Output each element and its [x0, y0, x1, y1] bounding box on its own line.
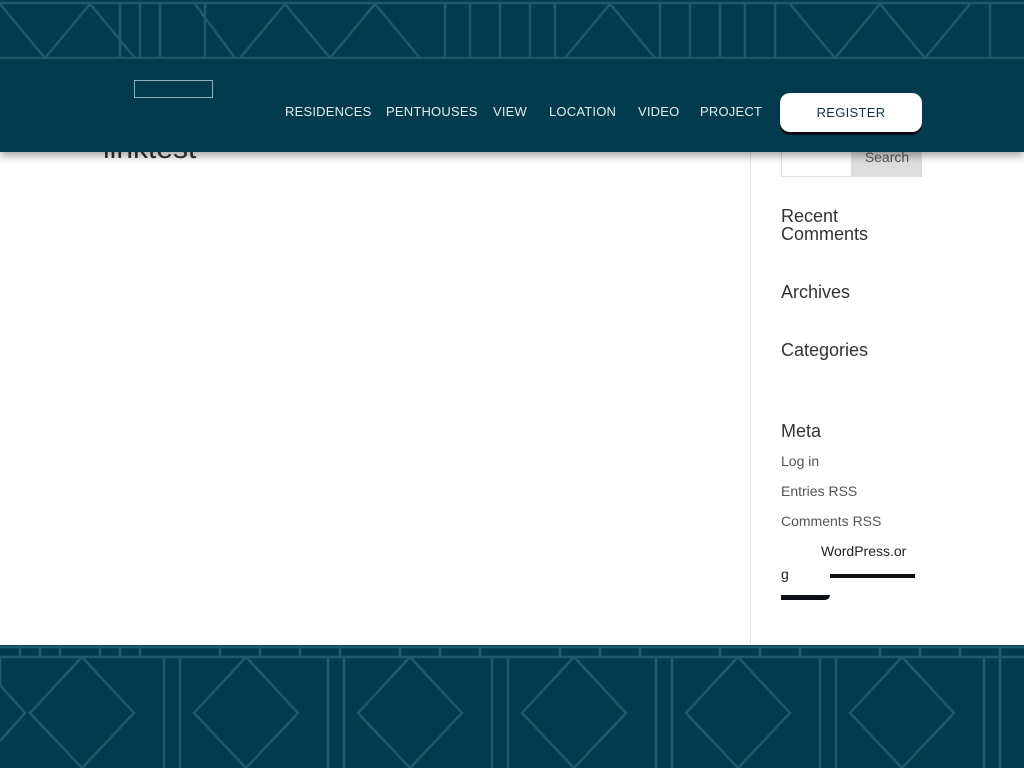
- sidebar-divider: [750, 152, 751, 645]
- meta-heading: Meta: [781, 421, 822, 441]
- nav-view[interactable]: VIEW: [493, 104, 527, 119]
- geometric-pattern: [0, 645, 1024, 768]
- link-underline-bar: [781, 595, 830, 600]
- nav-penthouses[interactable]: PENTHOUSES: [386, 104, 478, 119]
- wordpress-link[interactable]: WordPress.or: [821, 543, 906, 559]
- geometric-pattern: [0, 1, 1024, 60]
- site-header: RESIDENCES PENTHOUSES VIEW LOCATION VIDE…: [0, 60, 1024, 152]
- nav-location[interactable]: LOCATION: [549, 104, 616, 119]
- wordpress-link-wrap[interactable]: g: [781, 566, 789, 582]
- archives-heading: Archives: [781, 282, 851, 302]
- register-button[interactable]: REGISTER: [780, 93, 922, 132]
- top-pattern-band: [0, 0, 1024, 60]
- log-in-link[interactable]: Log in: [781, 453, 819, 469]
- footer-pattern-band: [0, 645, 1024, 768]
- link-underline-bar: [830, 574, 915, 578]
- categories-heading: Categories: [781, 340, 869, 360]
- comments-rss-link[interactable]: Comments RSS: [781, 513, 881, 529]
- nav-residences[interactable]: RESIDENCES: [285, 104, 372, 119]
- nav-project[interactable]: PROJECT: [700, 104, 762, 119]
- entries-rss-link[interactable]: Entries RSS: [781, 483, 857, 499]
- recent-comments-heading: Recent Comments: [781, 206, 869, 244]
- site-logo[interactable]: [134, 80, 213, 98]
- nav-video[interactable]: VIDEO: [638, 104, 679, 119]
